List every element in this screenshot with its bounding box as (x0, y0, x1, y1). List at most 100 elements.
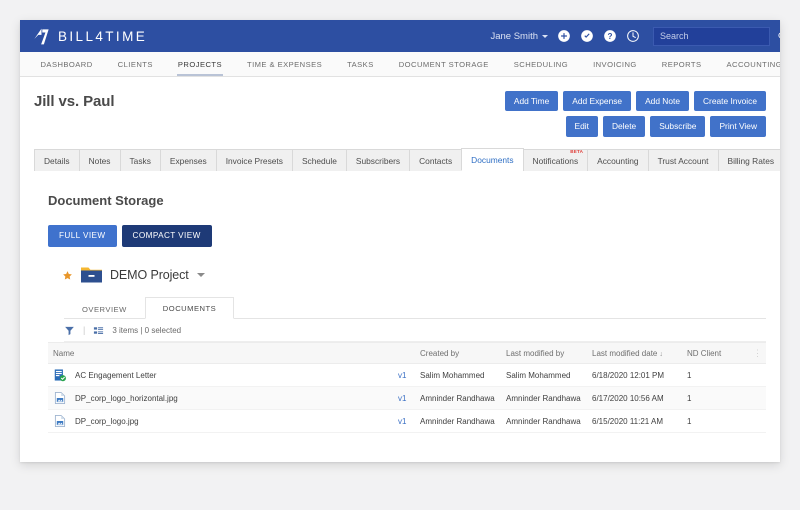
document-nd-client: 1 (687, 370, 692, 380)
column-header-last-modified-by[interactable]: Last modified by (506, 349, 592, 358)
tab-notifications-label: Notifications (532, 155, 579, 166)
tab-expenses[interactable]: Expenses (159, 148, 217, 171)
sort-descending-icon: ↓ (659, 350, 663, 358)
document-version[interactable]: v1 (398, 371, 420, 380)
subtab-overview[interactable]: OVERVIEW (64, 298, 145, 319)
nav-item-dashboard[interactable]: DASHBOARD (28, 52, 105, 76)
help-question-icon[interactable]: ? (603, 29, 617, 43)
document-name: DP_corp_logo.jpg (75, 416, 139, 426)
folder-name[interactable]: DEMO Project (110, 268, 189, 282)
document-version[interactable]: v1 (398, 394, 420, 403)
brand-name: BILL4TIME (58, 28, 148, 44)
nav-item-projects[interactable]: PROJECTS (165, 52, 234, 76)
compact-view-button[interactable]: COMPACT VIEW (121, 224, 212, 248)
nav-item-time-and-expenses[interactable]: TIME & EXPENSES (235, 52, 335, 76)
check-circle-icon[interactable] (580, 29, 594, 43)
filter-funnel-icon[interactable] (64, 325, 75, 336)
document-last-modified-date: 6/17/2020 10:56 AM (592, 393, 664, 403)
add-plus-icon[interactable] (557, 29, 571, 43)
item-count-status: 3 items | 0 selected (112, 325, 182, 335)
project-tabs: Details Notes Tasks Expenses Invoice Pre… (34, 147, 780, 171)
document-created-by: Amninder Randhawa (420, 416, 495, 426)
search-box[interactable] (653, 26, 780, 46)
column-options-kebab-icon[interactable]: ⋮ (747, 348, 766, 359)
add-time-button[interactable]: Add Time (504, 91, 559, 112)
word-document-approved-icon (54, 369, 66, 382)
list-view-icon[interactable] (93, 325, 104, 336)
svg-text:?: ? (608, 32, 613, 41)
documents-table: Name Created by Last modified by Last mo… (48, 342, 766, 434)
tab-trust-account[interactable]: Trust Account (647, 148, 719, 171)
brand-logo[interactable]: BILL4TIME (32, 27, 147, 46)
main-navigation: DASHBOARD CLIENTS PROJECTS TIME & EXPENS… (20, 52, 780, 77)
column-header-created-by[interactable]: Created by (420, 349, 506, 358)
nav-item-accounting[interactable]: ACCOUNTING (714, 52, 780, 76)
document-created-by: Salim Mohammed (420, 370, 485, 380)
tab-documents[interactable]: Documents (461, 147, 524, 171)
tab-tasks[interactable]: Tasks (119, 148, 161, 171)
document-last-modified-date: 6/15/2020 11:21 AM (592, 416, 664, 426)
column-header-last-modified-date[interactable]: Last modified date ↓ (592, 349, 687, 358)
document-name-cell[interactable]: AC Engagement Letter (48, 368, 398, 382)
tab-billing-rates[interactable]: Billing Rates (717, 148, 780, 171)
document-version[interactable]: v1 (398, 417, 420, 426)
nav-item-tasks[interactable]: TASKS (335, 52, 387, 76)
page-title-row: Jill vs. Paul Add Time Add Expense Add N… (20, 77, 780, 137)
document-last-modified-by: Salim Mohammed (506, 370, 571, 380)
list-toolbar: | 3 items | 0 selected (64, 319, 766, 343)
timer-clock-icon[interactable] (626, 29, 640, 43)
tab-contacts[interactable]: Contacts (409, 148, 463, 171)
tab-notes[interactable]: Notes (78, 148, 121, 171)
create-invoice-button[interactable]: Create Invoice (694, 91, 766, 112)
search-input[interactable] (660, 31, 777, 41)
tab-invoice-presets[interactable]: Invoice Presets (215, 148, 293, 171)
top-header-bar: BILL4TIME Jane Smith ? (20, 20, 780, 52)
image-file-icon (54, 392, 66, 404)
subtab-documents[interactable]: DOCUMENTS (144, 297, 235, 320)
subscribe-button[interactable]: Subscribe (650, 116, 706, 137)
tab-subscribers[interactable]: Subscribers (345, 148, 411, 171)
view-mode-buttons: FULL VIEW COMPACT VIEW (48, 224, 780, 248)
column-header-nd-client[interactable]: ND Client (687, 349, 747, 358)
section-heading: Document Storage (48, 192, 164, 208)
document-nd-client: 1 (687, 416, 692, 426)
table-header-row: Name Created by Last modified by Last mo… (48, 342, 766, 365)
chevron-down-icon[interactable] (196, 273, 205, 278)
tab-schedule[interactable]: Schedule (291, 148, 347, 171)
user-menu[interactable]: Jane Smith (490, 31, 548, 42)
document-name-cell[interactable]: DP_corp_logo.jpg (48, 414, 398, 428)
table-row[interactable]: DP_corp_logo_horizontal.jpg v1 Amninder … (48, 387, 766, 411)
chevron-down-icon (542, 34, 548, 38)
folder-icon[interactable] (80, 266, 103, 284)
action-button-row-2: Edit Delete Subscribe Print View (565, 116, 766, 137)
document-nd-client: 1 (687, 393, 692, 403)
nav-item-clients[interactable]: CLIENTS (105, 52, 165, 76)
search-icon[interactable] (777, 31, 780, 41)
folder-sub-tabs: OVERVIEW DOCUMENTS (64, 296, 766, 320)
document-name-cell[interactable]: DP_corp_logo_horizontal.jpg (48, 391, 398, 405)
table-row[interactable]: AC Engagement Letter v1 Salim Mohammed S… (48, 364, 766, 388)
full-view-button[interactable]: FULL VIEW (48, 224, 117, 248)
add-expense-button[interactable]: Add Expense (563, 91, 632, 112)
edit-button[interactable]: Edit (565, 116, 598, 137)
tab-notifications[interactable]: Notifications BETA (522, 148, 589, 171)
delete-button[interactable]: Delete (602, 116, 646, 137)
add-note-button[interactable]: Add Note (636, 91, 689, 112)
star-favorite-icon[interactable] (62, 270, 73, 281)
tab-details[interactable]: Details (34, 148, 80, 171)
page-title: Jill vs. Paul (34, 93, 115, 110)
tab-accounting[interactable]: Accounting (587, 148, 649, 171)
bill4time-logo-icon (34, 28, 49, 44)
document-name: AC Engagement Letter (75, 370, 157, 380)
print-view-button[interactable]: Print View (710, 116, 766, 137)
table-row[interactable]: DP_corp_logo.jpg v1 Amninder Randhawa Am… (48, 410, 766, 434)
column-header-name[interactable]: Name (48, 349, 398, 358)
nav-item-document-storage[interactable]: DOCUMENT STORAGE (386, 52, 501, 76)
nav-item-invoicing[interactable]: INVOICING (581, 52, 650, 76)
app-window: BILL4TIME Jane Smith ? Search DASHBOARD … (20, 20, 780, 462)
nav-item-reports[interactable]: REPORTS (649, 52, 714, 76)
user-name-label: Jane Smith (490, 30, 538, 42)
document-last-modified-date: 6/18/2020 12:01 PM (592, 370, 665, 380)
column-header-last-modified-date-label: Last modified date (592, 348, 658, 358)
nav-item-scheduling[interactable]: SCHEDULING (501, 52, 580, 76)
